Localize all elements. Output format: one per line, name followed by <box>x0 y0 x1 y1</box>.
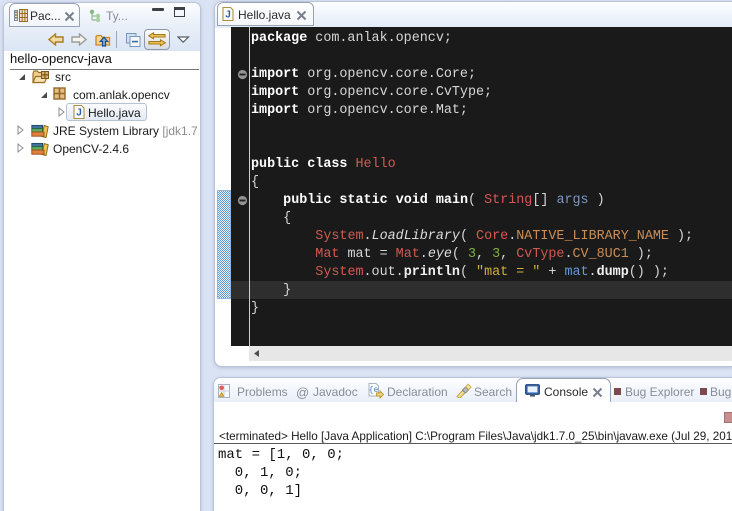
svg-text:J: J <box>76 108 82 119</box>
svg-text:J: J <box>225 10 231 21</box>
